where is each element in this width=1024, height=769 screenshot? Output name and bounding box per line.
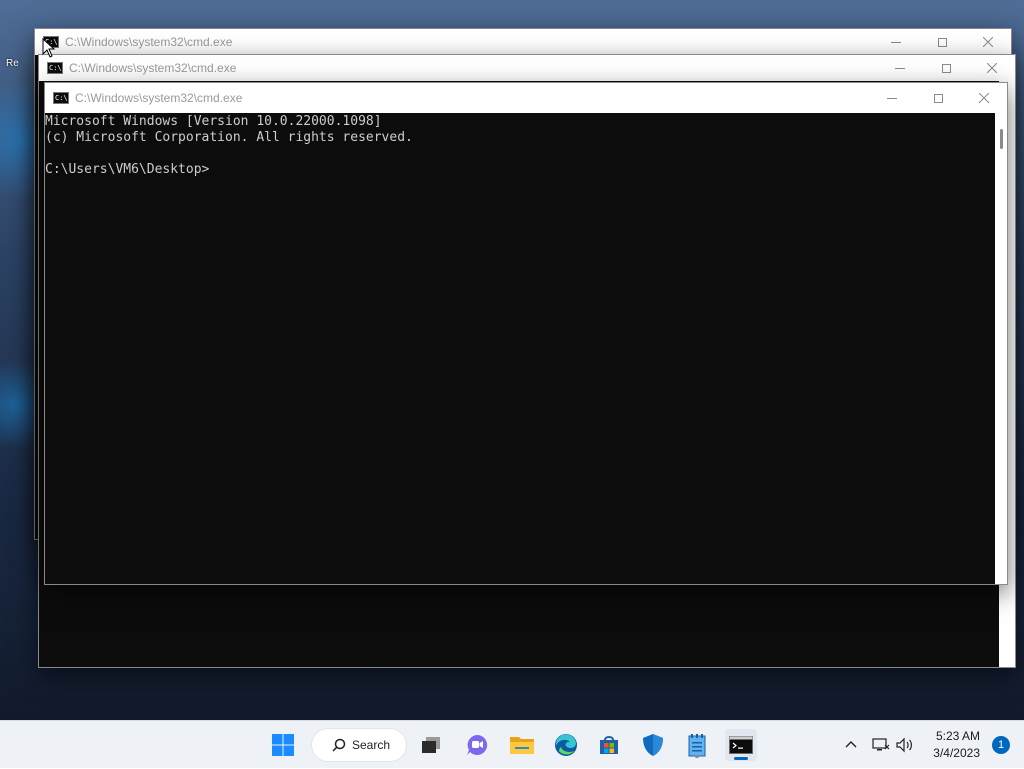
title-bar[interactable]: C:\ C:\Windows\system32\cmd.exe bbox=[45, 83, 1007, 113]
task-view-icon bbox=[422, 737, 440, 753]
maximize-icon bbox=[933, 93, 943, 103]
edge-button[interactable] bbox=[550, 729, 582, 761]
maximize-icon bbox=[937, 37, 947, 47]
desktop: Re C:\ C:\Windows\system32\cmd.exe C:\ C… bbox=[0, 0, 1024, 720]
cmd-taskbar-button[interactable] bbox=[725, 729, 757, 761]
window-title: C:\Windows\system32\cmd.exe bbox=[75, 91, 243, 105]
minimize-icon bbox=[895, 67, 905, 69]
active-indicator bbox=[734, 757, 748, 760]
cmd-icon bbox=[729, 736, 753, 754]
chevron-up-icon[interactable] bbox=[844, 738, 858, 752]
minimize-button[interactable] bbox=[873, 29, 919, 55]
window-title: C:\Windows\system32\cmd.exe bbox=[69, 61, 237, 75]
running-indicator bbox=[695, 755, 699, 758]
maximize-button[interactable] bbox=[923, 55, 969, 81]
cmd-icon: C:\ bbox=[47, 62, 63, 74]
window-title: C:\Windows\system32\cmd.exe bbox=[65, 35, 233, 49]
store-button[interactable] bbox=[593, 729, 625, 761]
shield-icon bbox=[643, 734, 663, 756]
scrollbar-thumb[interactable] bbox=[1000, 129, 1003, 149]
volume-icon[interactable] bbox=[896, 737, 914, 753]
clock-date: 3/4/2023 bbox=[933, 746, 980, 760]
mouse-cursor-icon bbox=[42, 38, 56, 58]
search-label: Search bbox=[352, 738, 391, 752]
start-button[interactable] bbox=[267, 729, 299, 761]
close-button[interactable] bbox=[969, 55, 1015, 81]
minimize-button[interactable] bbox=[869, 83, 915, 113]
notepad-icon bbox=[688, 734, 706, 757]
minimize-icon bbox=[891, 41, 901, 43]
clock[interactable]: 5:23 AM 3/4/2023 bbox=[933, 728, 980, 762]
console-prompt[interactable]: C:\Users\VM6\Desktop> bbox=[45, 162, 997, 178]
scrollbar[interactable] bbox=[995, 113, 1007, 584]
notification-badge[interactable]: 1 bbox=[992, 736, 1010, 754]
close-button[interactable] bbox=[961, 83, 1007, 113]
folder-icon bbox=[510, 737, 534, 754]
maximize-button[interactable] bbox=[915, 83, 961, 113]
close-button[interactable] bbox=[965, 29, 1011, 55]
desktop-icon-label[interactable]: Re bbox=[6, 58, 19, 69]
windows-logo-icon bbox=[272, 734, 294, 756]
clock-time: 5:23 AM bbox=[935, 729, 980, 743]
search-icon bbox=[332, 738, 346, 752]
close-icon bbox=[983, 37, 993, 47]
maximize-button[interactable] bbox=[919, 29, 965, 55]
console-output[interactable]: Microsoft Windows [Version 10.0.22000.10… bbox=[45, 113, 997, 584]
console-line: Microsoft Windows [Version 10.0.22000.10… bbox=[45, 114, 382, 129]
console-line: (c) Microsoft Corporation. All rights re… bbox=[45, 130, 413, 145]
task-view-button[interactable] bbox=[415, 729, 447, 761]
chat-button[interactable] bbox=[461, 729, 493, 761]
maximize-icon bbox=[941, 63, 951, 73]
teams-chat-icon bbox=[467, 734, 488, 755]
cmd-window-active[interactable]: C:\ C:\Windows\system32\cmd.exe Microsof… bbox=[44, 82, 1008, 585]
security-button[interactable] bbox=[637, 729, 669, 761]
store-icon bbox=[600, 736, 618, 754]
close-icon bbox=[979, 93, 989, 103]
system-tray bbox=[844, 721, 914, 769]
close-icon bbox=[987, 63, 997, 73]
notepad-button[interactable] bbox=[681, 729, 713, 761]
minimize-button[interactable] bbox=[877, 55, 923, 81]
edge-icon bbox=[555, 734, 577, 756]
file-explorer-button[interactable] bbox=[506, 729, 538, 761]
title-bar[interactable]: C:\ C:\Windows\system32\cmd.exe bbox=[35, 29, 1011, 55]
minimize-icon bbox=[887, 97, 897, 99]
network-icon[interactable] bbox=[872, 737, 890, 753]
title-bar[interactable]: C:\ C:\Windows\system32\cmd.exe bbox=[39, 55, 1015, 81]
cmd-icon: C:\ bbox=[53, 92, 69, 104]
taskbar: Search 5:23 AM 3/4/2023 1 bbox=[0, 720, 1024, 768]
search-button[interactable]: Search bbox=[312, 729, 406, 761]
